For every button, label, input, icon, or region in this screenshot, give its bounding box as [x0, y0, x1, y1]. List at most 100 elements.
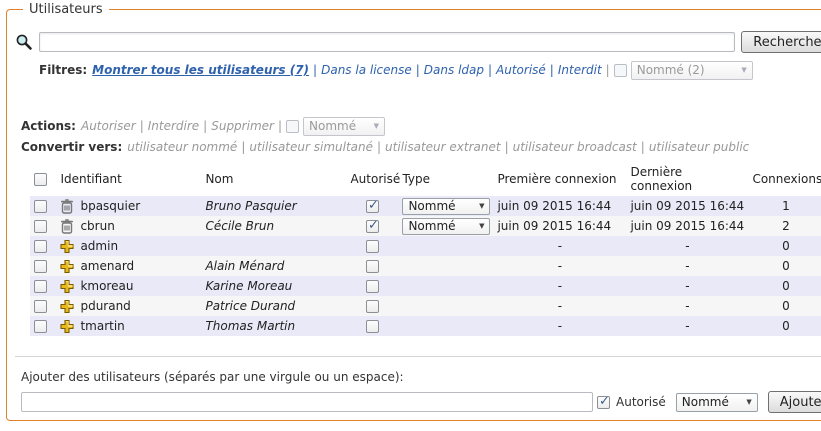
row-authorized-checkbox[interactable]	[366, 280, 379, 293]
col-type: Type	[398, 162, 493, 196]
chevron-down-icon: ▼	[479, 202, 484, 210]
filter-link-1[interactable]: Montrer tous les utilisateurs (7)	[92, 63, 309, 77]
row-first-connection: juin 09 2015 16:44	[493, 216, 626, 236]
chevron-down-icon: ▼	[479, 222, 484, 230]
panel-title: Utilisateurs	[23, 2, 109, 17]
row-last-connection: -	[626, 236, 748, 256]
row-checkbox[interactable]	[34, 240, 47, 253]
row-identifiant: bpasquier	[80, 199, 140, 213]
add-users-label: Ajouter des utilisateurs (séparés par un…	[21, 370, 821, 386]
add-authorized-label: Autorisé	[616, 395, 666, 409]
col-identifiant: Identifiant	[56, 162, 201, 196]
table-row: amenardAlain Ménard--0	[30, 256, 821, 276]
col-connexions: Connexions	[748, 162, 821, 196]
add-users-input[interactable]	[21, 392, 593, 412]
row-last-connection: -	[626, 296, 748, 316]
search-button[interactable]: Rechercher	[741, 31, 821, 53]
row-first-connection: -	[493, 256, 626, 276]
row-type-select[interactable]: Nommé▼	[402, 218, 490, 235]
row-identifiant: tmartin	[80, 319, 124, 333]
row-connections: 0	[748, 236, 821, 256]
row-identifiant: admin	[80, 239, 118, 253]
col-autorise: Autorisé	[346, 162, 398, 196]
col-derniere-connexion: Dernière connexion	[626, 162, 748, 196]
row-checkbox[interactable]	[34, 220, 47, 233]
chevron-down-icon: ▼	[741, 66, 746, 74]
filter-link-2[interactable]: Dans la license	[321, 63, 412, 77]
actions-row: Actions: Autoriser|Interdire|Supprimer |…	[21, 116, 821, 136]
row-checkbox[interactable]	[34, 200, 47, 213]
row-checkbox[interactable]	[34, 280, 47, 293]
delete-user-icon[interactable]	[60, 219, 74, 234]
filter-link-4[interactable]: Autorisé	[496, 63, 546, 77]
table-row: tmartinThomas Martin--0	[30, 316, 821, 336]
table-row: bpasquierBruno PasquierNommé▼juin 09 201…	[30, 196, 821, 216]
action-link-2: Interdire	[148, 119, 199, 133]
row-authorized-checkbox[interactable]	[366, 220, 379, 233]
row-nom: Patrice Durand	[201, 296, 346, 316]
row-authorized-checkbox[interactable]	[366, 300, 379, 313]
search-row: Rechercher	[15, 31, 821, 53]
search-icon	[15, 33, 33, 51]
row-nom: Thomas Martin	[201, 316, 346, 336]
row-identifiant: kmoreau	[80, 279, 133, 293]
filter-named-select: Nommé (2) ▼	[631, 61, 753, 80]
users-table: Identifiant Nom Autorisé Type Première c…	[30, 162, 821, 336]
add-authorized-checkbox[interactable]	[597, 396, 610, 409]
add-user-icon[interactable]	[60, 239, 74, 254]
select-all-checkbox[interactable]	[34, 173, 47, 186]
row-nom: Karine Moreau	[201, 276, 346, 296]
row-checkbox[interactable]	[34, 300, 47, 313]
add-users-row: Autorisé Nommé ▼ Ajouter	[21, 391, 821, 413]
convert-link-1: utilisateur nommé	[127, 140, 237, 154]
row-type-select[interactable]: Nommé▼	[402, 198, 490, 215]
row-first-connection: -	[493, 236, 626, 256]
row-connections: 0	[748, 256, 821, 276]
row-first-connection: -	[493, 276, 626, 296]
row-last-connection: -	[626, 256, 748, 276]
row-checkbox[interactable]	[34, 320, 47, 333]
add-user-icon[interactable]	[60, 319, 74, 334]
row-checkbox[interactable]	[34, 260, 47, 273]
convert-link-5: utilisateur public	[649, 140, 749, 154]
filter-links: Montrer tous les utilisateurs (7)|Dans l…	[92, 63, 602, 77]
row-last-connection: juin 09 2015 16:44	[626, 216, 748, 236]
add-user-icon[interactable]	[60, 259, 74, 274]
delete-user-icon[interactable]	[60, 199, 74, 214]
add-user-icon[interactable]	[60, 279, 74, 294]
filters-row: Filtres: Montrer tous les utilisateurs (…	[39, 60, 821, 80]
row-last-connection: juin 09 2015 16:44	[626, 196, 748, 216]
row-connections: 0	[748, 296, 821, 316]
actions-label: Actions:	[21, 119, 76, 133]
convert-links: utilisateur nommé|utilisateur simultané|…	[127, 140, 749, 154]
row-last-connection: -	[626, 316, 748, 336]
convert-label: Convertir vers:	[21, 140, 122, 154]
row-authorized-checkbox[interactable]	[366, 320, 379, 333]
row-authorized-checkbox[interactable]	[366, 260, 379, 273]
table-row: kmoreauKarine Moreau--0	[30, 276, 821, 296]
action-named-checkbox	[286, 120, 299, 133]
chevron-down-icon: ▼	[746, 398, 751, 406]
row-identifiant: cbrun	[80, 219, 114, 233]
divider	[15, 356, 821, 357]
convert-row: Convertir vers: utilisateur nommé|utilis…	[21, 138, 821, 156]
table-row: pdurandPatrice Durand--0	[30, 296, 821, 316]
row-nom: Cécile Brun	[201, 216, 346, 236]
filter-link-3[interactable]: Dans ldap	[424, 63, 484, 77]
row-connections: 2	[748, 216, 821, 236]
row-authorized-checkbox[interactable]	[366, 200, 379, 213]
add-user-icon[interactable]	[60, 299, 74, 314]
row-nom	[201, 236, 346, 256]
row-authorized-checkbox[interactable]	[366, 240, 379, 253]
add-type-select[interactable]: Nommé ▼	[676, 393, 758, 412]
add-button[interactable]: Ajouter	[768, 391, 821, 413]
filter-link-5[interactable]: Interdit	[558, 63, 602, 77]
table-row: cbrunCécile BrunNommé▼juin 09 2015 16:44…	[30, 216, 821, 236]
action-named-select: Nommé ▼	[303, 117, 385, 136]
filters-label: Filtres:	[39, 63, 87, 77]
col-premiere-connexion: Première connexion	[493, 162, 626, 196]
convert-link-4: utilisateur broadcast	[513, 140, 637, 154]
action-links: Autoriser|Interdire|Supprimer	[81, 119, 274, 133]
row-first-connection: -	[493, 296, 626, 316]
search-input[interactable]	[39, 32, 735, 52]
